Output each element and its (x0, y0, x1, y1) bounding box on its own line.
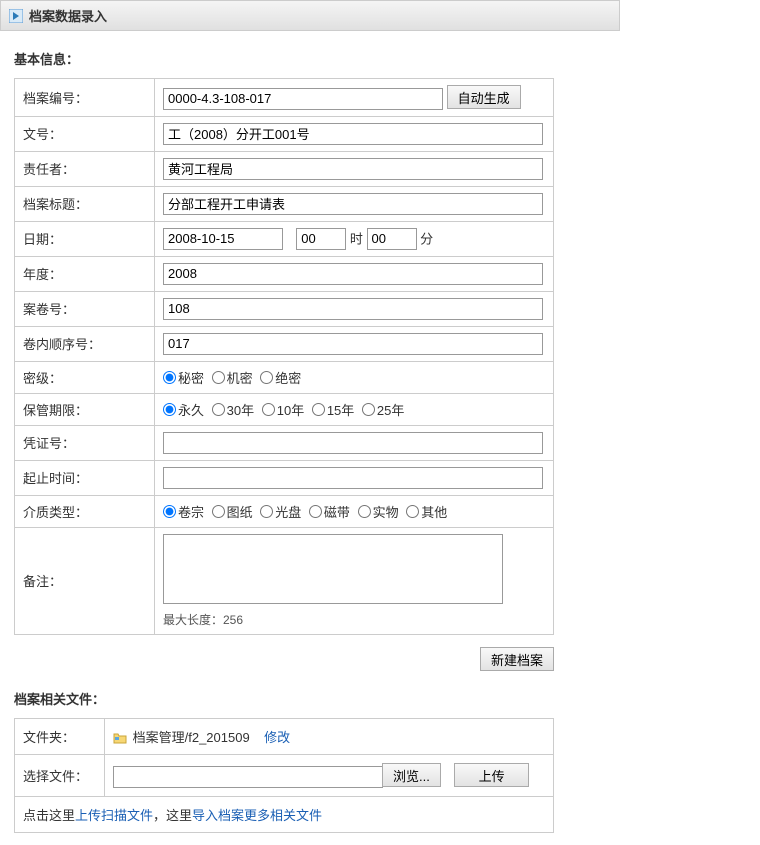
secret-level-group: 秘密 机密 绝密 (155, 361, 554, 393)
label-dossier-number: 案卷号： (15, 291, 155, 326)
radio-retention-1[interactable] (212, 403, 225, 416)
archive-title-input[interactable] (163, 193, 543, 215)
hour-input[interactable] (296, 228, 346, 250)
responsible-input[interactable] (163, 158, 543, 180)
radio-media-0[interactable] (163, 505, 176, 518)
label-folder: 文件夹： (15, 718, 105, 754)
start-end-time-input[interactable] (163, 467, 543, 489)
page-header: 档案数据录入 (0, 0, 620, 31)
file-hint-row: 点击这里上传扫描文件，这里导入档案更多相关文件 (15, 797, 554, 833)
label-in-volume-seq: 卷内顺序号： (15, 326, 155, 361)
upload-scan-link[interactable]: 上传扫描文件 (75, 808, 153, 823)
file-path-display (113, 766, 383, 788)
import-more-link[interactable]: 导入档案更多相关文件 (192, 808, 322, 823)
label-year: 年度： (15, 256, 155, 291)
upload-button[interactable]: 上传 (454, 763, 529, 787)
modify-link[interactable]: 修改 (264, 730, 290, 745)
archive-number-input[interactable] (163, 88, 443, 110)
media-type-group: 卷宗 图纸 光盘 磁带 实物 其他 (155, 495, 554, 527)
radio-secret-0[interactable] (163, 371, 176, 384)
related-files-table: 文件夹： 档案管理/f2_201509 修改 选择文件： 浏览... 上传 点击… (14, 718, 554, 834)
radio-media-2[interactable] (260, 505, 273, 518)
remark-textarea[interactable] (163, 534, 503, 604)
radio-retention-3[interactable] (312, 403, 325, 416)
voucher-number-input[interactable] (163, 432, 543, 454)
dossier-number-input[interactable] (163, 298, 543, 320)
label-secret-level: 密级： (15, 361, 155, 393)
section-related-files: 档案相关文件： (14, 689, 746, 708)
auto-generate-button[interactable]: 自动生成 (447, 85, 521, 109)
document-number-input[interactable] (163, 123, 543, 145)
label-archive-title: 档案标题： (15, 186, 155, 221)
radio-media-3[interactable] (309, 505, 322, 518)
label-retention: 保管期限： (15, 393, 155, 425)
date-input[interactable] (163, 228, 283, 250)
new-archive-button[interactable]: 新建档案 (480, 647, 554, 671)
hint-mid: ，这里 (153, 808, 192, 823)
radio-media-5[interactable] (406, 505, 419, 518)
radio-secret-2[interactable] (260, 371, 273, 384)
label-voucher-number: 凭证号： (15, 425, 155, 460)
radio-secret-1[interactable] (212, 371, 225, 384)
radio-retention-4[interactable] (362, 403, 375, 416)
label-document-number: 文号： (15, 116, 155, 151)
section-basic-info: 基本信息： (14, 49, 746, 68)
arrow-right-icon (9, 9, 23, 23)
label-select-file: 选择文件： (15, 754, 105, 797)
label-date: 日期： (15, 221, 155, 256)
radio-retention-0[interactable] (163, 403, 176, 416)
retention-group: 永久 30年 10年 15年 25年 (155, 393, 554, 425)
hint-prefix: 点击这里 (23, 808, 75, 823)
browse-button[interactable]: 浏览... (382, 763, 441, 787)
label-remark: 备注： (15, 527, 155, 634)
folder-icon (113, 731, 127, 745)
hour-suffix: 时 (350, 231, 363, 246)
year-input[interactable] (163, 263, 543, 285)
minute-input[interactable] (367, 228, 417, 250)
label-responsible: 责任者： (15, 151, 155, 186)
in-volume-seq-input[interactable] (163, 333, 543, 355)
radio-retention-2[interactable] (262, 403, 275, 416)
label-media-type: 介质类型： (15, 495, 155, 527)
page-title: 档案数据录入 (29, 6, 107, 25)
label-start-end-time: 起止时间： (15, 460, 155, 495)
radio-media-4[interactable] (358, 505, 371, 518)
label-archive-number: 档案编号： (15, 79, 155, 117)
radio-media-1[interactable] (212, 505, 225, 518)
basic-info-form: 档案编号： 自动生成 文号： 责任者： 档案标题： 日期： (14, 78, 554, 635)
folder-path: 档案管理/f2_201509 (133, 730, 250, 745)
remark-max-length: 最大长度：256 (163, 611, 545, 628)
minute-suffix: 分 (420, 231, 433, 246)
